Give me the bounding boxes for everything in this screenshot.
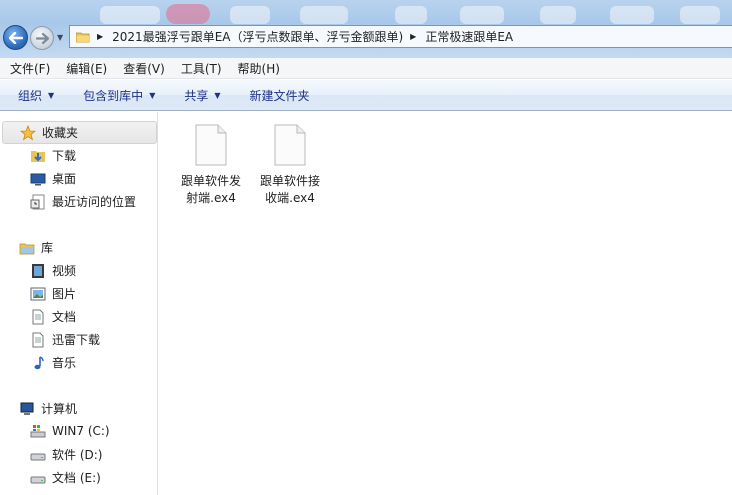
nav-libraries[interactable]: 库 [19,239,53,256]
window-titlebar: ▼ ▶ 2021最强浮亏跟单EA（浮亏点数跟单、浮亏金额跟单) ▶ 正常极速跟单… [0,0,732,58]
background-decoration [230,6,270,24]
background-decoration [610,6,654,24]
menu-edit[interactable]: 编辑(E) [56,60,113,77]
library-icon [19,240,35,256]
include-in-library-button[interactable]: 包含到库中 ▼ [63,87,164,104]
new-folder-label: 新建文件夹 [249,88,310,103]
nav-drive-c[interactable]: WIN7 (C:) [30,423,110,439]
desktop-icon [30,171,46,187]
nav-downloads[interactable]: 下载 [30,147,76,164]
navigation-pane: 收藏夹 下载 桌面 最近访问的位置 库 视频 图片 文档 迅雷下载 音乐 计算机… [0,112,158,495]
chevron-down-icon: ▼ [48,90,55,100]
nav-recent-places[interactable]: 最近访问的位置 [30,193,136,210]
nav-desktop-label: 桌面 [52,172,77,186]
file-name: 跟单软件发 射端.ex4 [173,173,249,207]
hard-drive-icon [30,447,46,463]
breadcrumb-separator-icon[interactable]: ▶ [97,32,103,41]
folder-icon [76,32,90,42]
nav-thunder-downloads-label: 迅雷下载 [52,333,101,347]
nav-drive-c-label: WIN7 (C:) [52,424,110,438]
nav-documents[interactable]: 文档 [30,308,76,325]
menu-file[interactable]: 文件(F) [0,60,56,77]
downloads-folder-icon [30,148,46,164]
back-arrow-icon [8,31,23,44]
breadcrumb-separator-icon[interactable]: ▶ [410,32,416,41]
back-button[interactable] [3,25,28,50]
nav-desktop[interactable]: 桌面 [30,170,76,187]
music-icon [30,355,46,371]
nav-music[interactable]: 音乐 [30,354,76,371]
background-decoration [300,6,348,24]
nav-music-label: 音乐 [52,356,77,370]
forward-arrow-icon [35,32,49,44]
nav-drive-e-label: 文档 (E:) [52,471,101,485]
menu-view[interactable]: 查看(V) [113,60,171,77]
background-decoration [540,6,576,24]
nav-downloads-label: 下载 [52,149,77,163]
windows-drive-icon [30,423,46,439]
nav-pictures[interactable]: 图片 [30,285,76,302]
include-in-library-label: 包含到库中 [83,88,144,103]
breadcrumb-segment-parent[interactable]: 2021最强浮亏跟单EA（浮亏点数跟单、浮亏金额跟单) [112,28,403,45]
menu-help[interactable]: 帮助(H) [228,60,286,77]
menu-bar: 文件(F) 编辑(E) 查看(V) 工具(T) 帮助(H) [0,58,732,79]
file-name: 跟单软件接 收端.ex4 [252,173,328,207]
nav-favorites[interactable]: 收藏夹 [2,121,157,144]
menu-tools[interactable]: 工具(T) [171,60,228,77]
nav-computer[interactable]: 计算机 [19,400,77,417]
address-bar[interactable]: ▶ 2021最强浮亏跟单EA（浮亏点数跟单、浮亏金额跟单) ▶ 正常极速跟单EA [69,25,732,48]
organize-label: 组织 [18,88,43,103]
nav-videos[interactable]: 视频 [30,262,76,279]
recent-places-icon [30,194,46,210]
nav-computer-label: 计算机 [41,402,78,416]
new-folder-button[interactable]: 新建文件夹 [230,87,319,104]
share-button[interactable]: 共享 ▼ [164,87,229,104]
file-name-line1: 跟单软件接 [259,174,320,188]
command-bar: 组织 ▼ 包含到库中 ▼ 共享 ▼ 新建文件夹 [0,80,732,111]
file-icon [195,124,227,166]
nav-drive-d[interactable]: 软件 (D:) [30,446,102,463]
organize-button[interactable]: 组织 ▼ [0,87,63,104]
file-name-line1: 跟单软件发 [180,174,241,188]
star-icon [20,124,36,141]
forward-button[interactable] [30,26,54,50]
nav-recent-places-label: 最近访问的位置 [52,195,137,209]
background-decoration [395,6,427,24]
file-item[interactable]: 跟单软件接 收端.ex4 [252,124,328,207]
background-decoration [460,6,504,24]
thunder-downloads-icon [30,332,46,348]
hard-drive-icon [30,470,46,486]
background-decoration [166,4,210,24]
file-list: 跟单软件发 射端.ex4 跟单软件接 收端.ex4 [159,112,732,495]
chevron-down-icon: ▼ [149,90,156,100]
nav-pictures-label: 图片 [52,287,77,301]
background-decoration [100,6,160,24]
share-label: 共享 [184,88,209,103]
computer-icon [19,401,35,417]
file-item[interactable]: 跟单软件发 射端.ex4 [173,124,249,207]
file-name-line2: 收端.ex4 [265,191,315,205]
nav-drive-d-label: 软件 (D:) [52,448,103,462]
nav-libraries-label: 库 [41,241,54,255]
nav-favorites-label: 收藏夹 [42,126,79,140]
nav-documents-label: 文档 [52,310,77,324]
document-icon [30,309,46,325]
nav-drive-e[interactable]: 文档 (E:) [30,469,101,486]
picture-icon [30,286,46,302]
file-icon [274,124,306,166]
file-name-line2: 射端.ex4 [186,191,236,205]
chevron-down-icon: ▼ [214,90,221,100]
nav-videos-label: 视频 [52,264,77,278]
video-icon [30,263,46,279]
breadcrumb-segment-current[interactable]: 正常极速跟单EA [425,28,513,45]
recent-pages-dropdown-icon[interactable]: ▼ [57,33,63,42]
nav-thunder-downloads[interactable]: 迅雷下载 [30,331,100,348]
background-decoration [680,6,720,24]
